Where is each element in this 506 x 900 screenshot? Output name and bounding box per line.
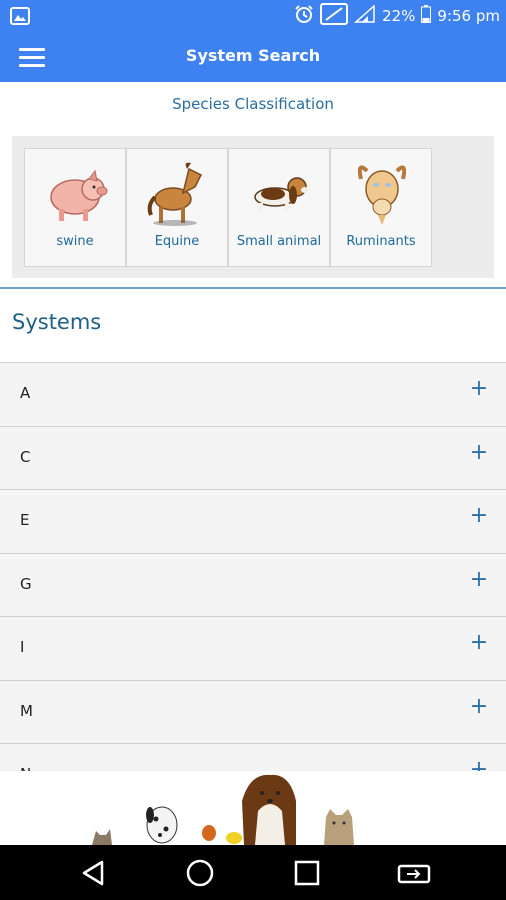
goat-icon (357, 165, 407, 225)
battery-percent: 22% (382, 7, 416, 25)
gallery-notification-icon (10, 7, 30, 29)
expand-plus-icon[interactable]: + (468, 695, 490, 718)
species-card-equine[interactable]: Equine (126, 148, 228, 267)
alarm-icon (294, 4, 314, 28)
row-letter: A (20, 384, 31, 402)
system-row-c[interactable]: C + (0, 426, 506, 490)
system-row-g[interactable]: G + (0, 553, 506, 617)
section-divider (0, 287, 506, 289)
species-label: Small animal (236, 234, 322, 249)
expand-plus-icon[interactable]: + (468, 632, 490, 654)
horse-icon (147, 162, 203, 226)
row-letter: M (20, 701, 33, 720)
status-bar: 22% 9:56 pm (0, 0, 506, 32)
row-letter: G (20, 574, 32, 593)
species-card-swine[interactable]: swine (24, 148, 126, 267)
row-letter: C (20, 447, 31, 466)
expand-plus-icon[interactable]: + (468, 505, 490, 527)
system-row-i[interactable]: I + (0, 617, 506, 681)
page-title: System Search (185, 46, 321, 65)
recent-apps-nav-icon[interactable] (287, 855, 327, 891)
expand-plus-icon[interactable]: + (468, 568, 490, 591)
expand-plus-icon[interactable]: + (468, 441, 490, 464)
row-letter: E (20, 511, 30, 529)
systems-list[interactable]: A + C + E + G + I + M + N + (0, 362, 506, 771)
system-navigation-bar (0, 845, 506, 900)
home-nav-icon[interactable] (180, 855, 220, 891)
clock-time: 9:56 pm (437, 7, 500, 25)
app-bar: System Search (0, 32, 506, 82)
species-classification-caption: Species Classification (172, 95, 334, 113)
switch-window-nav-icon[interactable] (394, 855, 434, 891)
signal-icon (354, 4, 376, 27)
back-nav-icon[interactable] (73, 855, 113, 891)
system-row-a[interactable]: A + (0, 363, 506, 427)
battery-icon (421, 5, 432, 27)
systems-heading: Systems (12, 310, 102, 334)
pig-icon (50, 169, 108, 221)
species-panel: swine Equine Small animal Ruminants (12, 136, 494, 278)
species-card-small-animal[interactable]: Small animal (228, 148, 330, 267)
no-sim-icon (320, 3, 349, 29)
species-label: swine (56, 234, 94, 249)
species-label: Ruminants (346, 234, 416, 249)
species-label: Equine (154, 234, 200, 249)
dog-icon (254, 177, 309, 211)
row-letter: I (20, 638, 25, 656)
species-card-ruminants[interactable]: Ruminants (330, 148, 432, 267)
expand-plus-icon[interactable]: + (468, 759, 490, 772)
system-row-m[interactable]: M + (0, 680, 506, 744)
system-row-n[interactable]: N + (0, 744, 506, 771)
animals-banner-image (0, 771, 506, 845)
expand-plus-icon[interactable]: + (468, 378, 490, 400)
system-row-e[interactable]: E + (0, 490, 506, 554)
